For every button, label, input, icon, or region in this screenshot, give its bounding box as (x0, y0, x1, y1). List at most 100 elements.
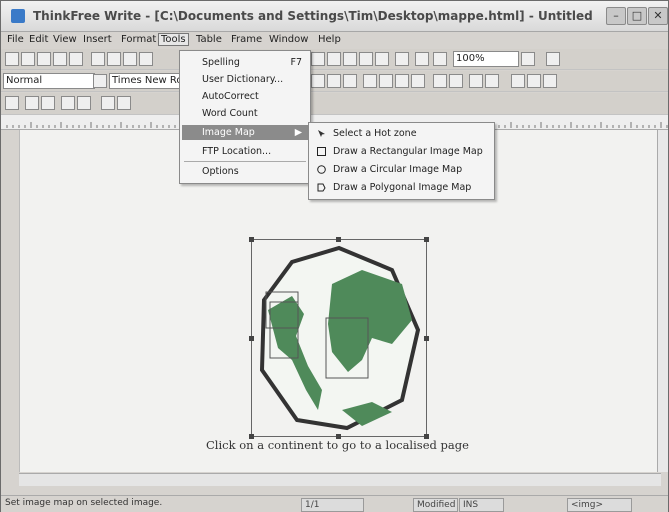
style-select[interactable]: Normal (3, 73, 95, 89)
line-icon[interactable] (311, 52, 325, 66)
menu-item-draw-rectangular-map[interactable]: Draw a Rectangular Image Map (311, 144, 492, 159)
merge-cells-icon[interactable] (61, 96, 75, 110)
menu-table[interactable]: Table (194, 34, 224, 45)
pen-icon[interactable] (343, 52, 357, 66)
menu-item-autocorrect[interactable]: AutoCorrect (182, 89, 308, 104)
zoom-select[interactable]: 100% (453, 51, 519, 67)
app-icon (11, 9, 25, 23)
menu-item-label: Select a Hot zone (333, 128, 417, 139)
menu-window[interactable]: Window (267, 34, 310, 45)
resize-handle-right[interactable] (424, 336, 429, 341)
cut-icon[interactable] (91, 52, 105, 66)
split-cells-icon[interactable] (77, 96, 91, 110)
menu-item-label: Draw a Polygonal Image Map (333, 182, 472, 193)
menu-item-draw-polygonal-map[interactable]: Draw a Polygonal Image Map (311, 180, 492, 195)
status-modified: Modified (413, 498, 458, 512)
italic-icon[interactable] (327, 74, 341, 88)
submenu-arrow-icon: ▶ (294, 127, 302, 138)
status-page: 1/1 (301, 498, 364, 512)
subscript-icon[interactable] (511, 74, 525, 88)
resize-handle-top-right[interactable] (424, 237, 429, 242)
insert-row-icon[interactable] (25, 96, 39, 110)
undo-icon[interactable] (375, 52, 389, 66)
cell-shading-icon[interactable] (117, 96, 131, 110)
maximize-button[interactable]: □ (627, 7, 647, 25)
font-select[interactable]: Times New Ro (109, 73, 181, 89)
menu-item-image-map[interactable]: Image Map ▶ (182, 125, 308, 140)
close-button[interactable]: ✕ (648, 7, 668, 25)
status-tag: <img> (567, 498, 632, 512)
copy-icon[interactable] (107, 52, 121, 66)
justify-icon[interactable] (411, 74, 425, 88)
eraser-icon[interactable] (359, 52, 373, 66)
menu-item-options[interactable]: Options (182, 164, 308, 179)
standard-toolbar: 100% (1, 49, 668, 70)
bullet-list-icon[interactable] (449, 74, 463, 88)
superscript-icon[interactable] (527, 74, 541, 88)
menu-item-select-hot-zone[interactable]: Select a Hot zone (311, 126, 492, 141)
menu-edit[interactable]: Edit (27, 34, 50, 45)
paragraph-mark-icon[interactable] (433, 52, 447, 66)
title-bar: ThinkFree Write - [C:\Documents and Sett… (1, 1, 668, 32)
cell-border-icon[interactable] (101, 96, 115, 110)
align-left-icon[interactable] (363, 74, 377, 88)
align-right-icon[interactable] (395, 74, 409, 88)
menu-item-label: AutoCorrect (202, 91, 259, 102)
print-icon[interactable] (53, 52, 67, 66)
menu-item-label: Word Count (202, 108, 258, 119)
new-icon[interactable] (5, 52, 19, 66)
table-toolbar (1, 93, 668, 115)
bold-icon[interactable] (311, 74, 325, 88)
table-icon[interactable] (5, 96, 19, 110)
resize-handle-top[interactable] (336, 237, 341, 242)
menu-item-label: Options (202, 166, 239, 177)
strikethrough-icon[interactable] (543, 74, 557, 88)
align-center-icon[interactable] (379, 74, 393, 88)
resize-handle-top-left[interactable] (249, 237, 254, 242)
menu-item-spelling[interactable]: Spelling F7 (182, 55, 308, 70)
menu-item-label: User Dictionary... (202, 74, 284, 85)
menu-frame[interactable]: Frame (229, 34, 264, 45)
selected-image[interactable] (249, 237, 429, 439)
minimize-button[interactable]: – (606, 7, 626, 25)
decrease-indent-icon[interactable] (469, 74, 483, 88)
draw-icon[interactable] (327, 52, 341, 66)
horizontal-scrollbar[interactable] (19, 473, 661, 486)
menu-help[interactable]: Help (316, 34, 343, 45)
insert-column-icon[interactable] (41, 96, 55, 110)
increase-indent-icon[interactable] (485, 74, 499, 88)
paste-icon[interactable] (123, 52, 137, 66)
menu-insert[interactable]: Insert (81, 34, 114, 45)
status-message: Set image map on selected image. (5, 498, 163, 508)
menu-file[interactable]: File (5, 34, 26, 45)
open-icon[interactable] (21, 52, 35, 66)
menu-item-draw-circular-map[interactable]: Draw a Circular Image Map (311, 162, 492, 177)
menu-item-user-dictionary[interactable]: User Dictionary... (182, 72, 308, 87)
frame-icon[interactable] (415, 52, 429, 66)
menu-item-ftp-location[interactable]: FTP Location... (182, 144, 308, 159)
resize-handle-left[interactable] (249, 336, 254, 341)
menu-bar: File Edit View Insert Format Tools Table… (1, 32, 668, 48)
style-dropdown-icon[interactable] (93, 74, 107, 88)
format-painter-icon[interactable] (139, 52, 153, 66)
numbered-list-icon[interactable] (433, 74, 447, 88)
image-map-submenu: Select a Hot zone Draw a Rectangular Ima… (308, 122, 495, 200)
save-icon[interactable] (37, 52, 51, 66)
zoom-dropdown-icon[interactable] (521, 52, 535, 66)
tools-menu: Spelling F7 User Dictionary... AutoCorre… (179, 50, 311, 184)
menu-item-word-count[interactable]: Word Count (182, 106, 308, 121)
underline-icon[interactable] (343, 74, 357, 88)
vertical-scrollbar[interactable] (657, 130, 668, 472)
print-preview-icon[interactable] (69, 52, 83, 66)
menu-format[interactable]: Format (119, 34, 158, 45)
menu-view[interactable]: View (51, 34, 79, 45)
help-icon[interactable] (546, 52, 560, 66)
pointer-icon (318, 130, 325, 137)
menu-item-shortcut: F7 (290, 57, 302, 68)
menu-item-label: FTP Location... (202, 146, 272, 157)
menu-item-label: Draw a Circular Image Map (333, 164, 463, 175)
menu-tools[interactable]: Tools (158, 33, 189, 46)
menu-separator (184, 161, 306, 162)
redo-icon[interactable] (395, 52, 409, 66)
window-title: ThinkFree Write - [C:\Documents and Sett… (33, 9, 593, 23)
